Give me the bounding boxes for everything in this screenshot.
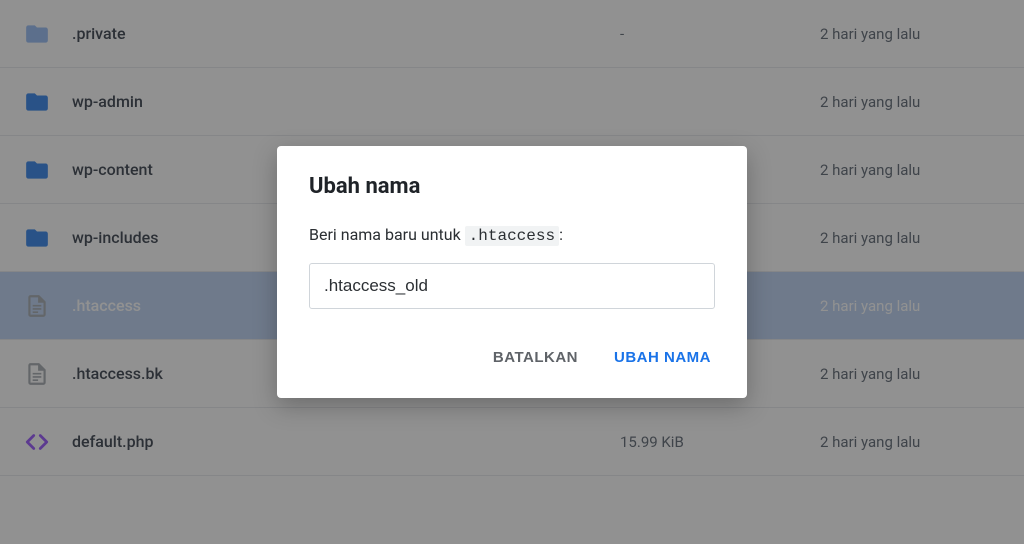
confirm-rename-button[interactable]: UBAH NAMA: [610, 341, 715, 374]
dialog-label-prefix: Beri nama baru untuk: [309, 225, 465, 244]
cancel-button[interactable]: BATALKAN: [489, 341, 582, 374]
dialog-label: Beri nama baru untuk .htaccess:: [309, 225, 715, 245]
dialog-current-filename: .htaccess: [465, 226, 559, 246]
rename-dialog: Ubah nama Beri nama baru untuk .htaccess…: [277, 146, 747, 398]
dialog-actions: BATALKAN UBAH NAMA: [309, 341, 715, 374]
modal-overlay: Ubah nama Beri nama baru untuk .htaccess…: [0, 0, 1024, 544]
rename-input[interactable]: [309, 263, 715, 309]
dialog-label-suffix: :: [559, 225, 563, 244]
dialog-title: Ubah nama: [309, 174, 715, 199]
